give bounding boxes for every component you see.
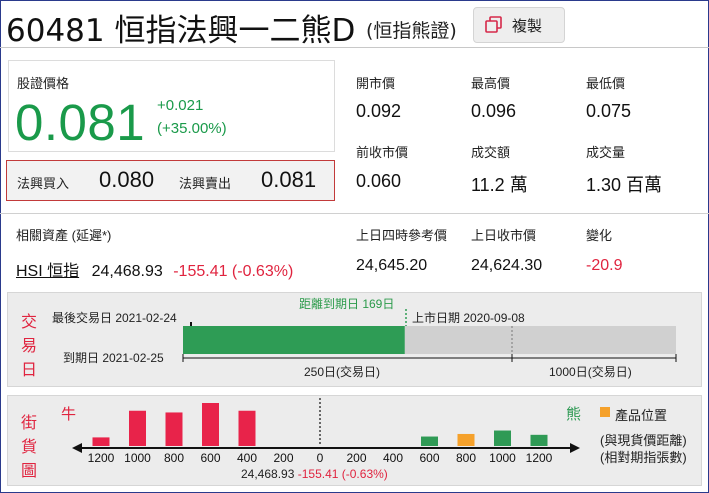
bull-bar xyxy=(238,410,256,446)
note-contracts: (相對期指張數) xyxy=(600,450,687,465)
bull-bar xyxy=(202,403,219,446)
position-legend-label: 產品位置 xyxy=(615,408,668,423)
bear-bar xyxy=(421,436,438,446)
x-tick-label: 1000 xyxy=(124,451,151,465)
open-value: 0.092 xyxy=(356,101,402,121)
bull-bar xyxy=(129,410,146,446)
position-legend-swatch xyxy=(600,407,610,417)
copy-icon xyxy=(484,16,504,34)
diff-label: 變化 xyxy=(586,228,613,243)
price-label: 股證價格 xyxy=(17,76,70,91)
diff-value: -20.9 xyxy=(586,257,623,274)
bid-label: 法興買入 xyxy=(17,176,70,191)
price-box: 股證價格 0.081 +0.021 (+35.00%) xyxy=(8,60,335,152)
turnover-label: 成交額 xyxy=(471,145,511,160)
ref-4pm-value: 24,645.20 xyxy=(356,257,428,274)
bid-value: 0.080 xyxy=(99,167,155,192)
left-arrow-icon xyxy=(72,443,82,453)
prev-close-hsi-value: 24,624.30 xyxy=(471,257,543,274)
prev-close-value: 0.060 xyxy=(356,171,402,191)
low-label: 最低價 xyxy=(586,76,626,91)
bear-bar xyxy=(494,430,511,446)
right-arrow-icon xyxy=(570,443,580,453)
underlying-change: -155.41 (-0.63%) xyxy=(173,263,294,280)
underlying-row: HSI 恒指 24,468.93 -155.41 (-0.63%) xyxy=(16,257,293,281)
bull-bar xyxy=(92,437,110,446)
x-tick-label: 1200 xyxy=(526,451,553,465)
prev-close-label: 前收市價 xyxy=(356,145,409,160)
x-tick-label: 400 xyxy=(237,451,257,465)
position-bar xyxy=(457,433,475,446)
x-tick-label: 200 xyxy=(346,451,366,465)
price-value: 0.081 xyxy=(15,94,146,151)
x-tick-label: 600 xyxy=(419,451,439,465)
price-change: +0.021 xyxy=(157,97,204,114)
price-change-pct: (+35.00%) xyxy=(157,120,227,137)
volume-label: 成交量 xyxy=(586,145,626,160)
prev-close-hsi-label: 上日收市價 xyxy=(471,228,537,243)
street-panel: 街 貨 圖 牛 熊 產品位置 (與現貨價距離) (相對期指張數) 1200 100… xyxy=(7,395,702,486)
bull-bar xyxy=(165,412,183,446)
remaining-bar xyxy=(404,326,676,354)
x-tick-label: 800 xyxy=(456,451,476,465)
high-value: 0.096 xyxy=(471,101,517,121)
x-tick-label: 600 xyxy=(200,451,220,465)
header: 60481 恒指法興一二熊D (恒指熊證) 複製 xyxy=(0,0,709,49)
x-tick-label: 1000 xyxy=(489,451,516,465)
turnover-value: 11.2 萬 xyxy=(471,175,528,195)
spot-value-row: 24,468.93 -155.41 (-0.63%) xyxy=(241,467,388,481)
hsi-link[interactable]: HSI 恒指 xyxy=(16,263,79,280)
ref-4pm-label: 上日四時參考價 xyxy=(356,228,448,243)
bear-bar xyxy=(530,434,548,446)
high-label: 最高價 xyxy=(471,76,511,91)
volume-value: 1.30 百萬 xyxy=(586,175,663,195)
scale-1000-label: 1000日(交易日) xyxy=(549,365,632,379)
x-tick-label: 200 xyxy=(273,451,293,465)
open-label: 開市價 xyxy=(356,76,396,91)
scale-250-label: 250日(交易日) xyxy=(304,365,381,379)
bid-ask-box: 法興買入 0.080 法興賣出 0.081 xyxy=(6,160,335,201)
ask-value: 0.081 xyxy=(261,167,317,192)
copy-button[interactable]: 複製 xyxy=(473,7,565,43)
underlying-label: 相關資產 (延遲*) xyxy=(16,228,112,243)
low-value: 0.075 xyxy=(586,101,632,121)
underlying-value: 24,468.93 xyxy=(91,263,163,280)
x-tick-label: 800 xyxy=(164,451,184,465)
page-subtitle: (恒指熊證) xyxy=(366,20,457,42)
ask-label: 法興賣出 xyxy=(179,176,232,191)
divider xyxy=(0,213,709,214)
x-tick-label: 400 xyxy=(383,451,403,465)
elapsed-bar xyxy=(183,326,405,354)
spot-value: 24,468.93 xyxy=(241,467,295,481)
trading-days-panel: 交 易 日 最後交易日 2021-02-24 到期日 2021-02-25 距離… xyxy=(7,292,702,387)
x-tick-label: 1200 xyxy=(88,451,115,465)
spot-change: -155.41 (-0.63%) xyxy=(297,467,388,481)
page-title: 60481 恒指法興一二熊D xyxy=(6,13,356,49)
x-tick-label: 0 xyxy=(317,451,324,465)
copy-button-label: 複製 xyxy=(512,17,543,35)
